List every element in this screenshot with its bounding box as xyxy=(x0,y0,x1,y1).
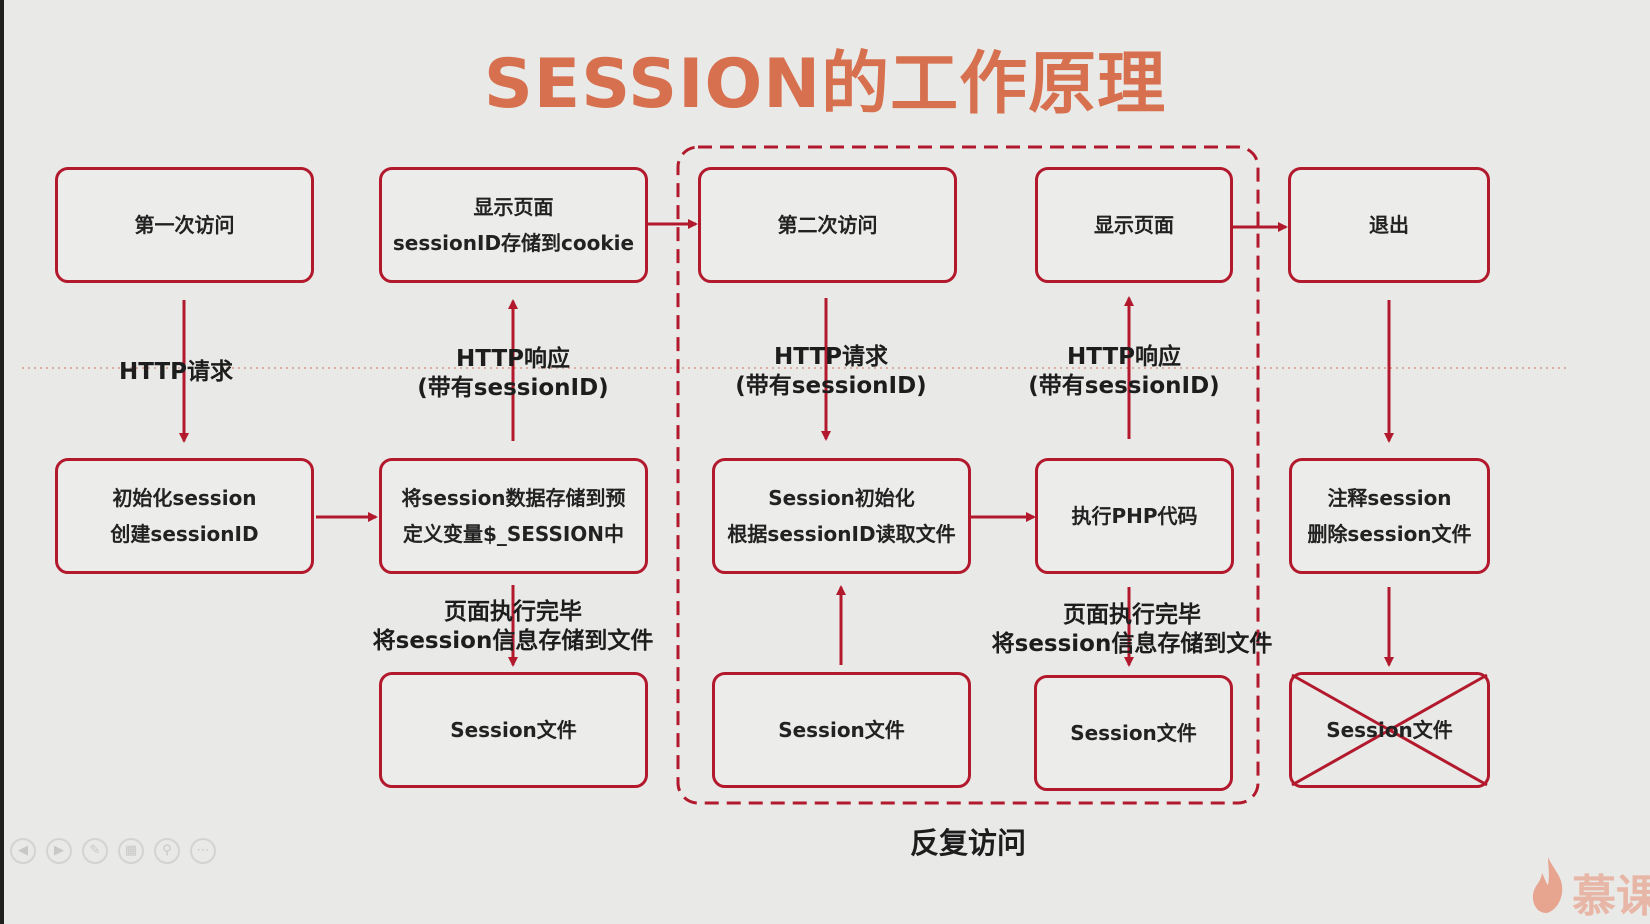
box-text: 退出 xyxy=(1369,213,1409,237)
box-text: 创建sessionID xyxy=(110,522,259,546)
session-init-box: Session初始化 根据sessionID读取文件 xyxy=(712,458,971,574)
first-visit-box: 第一次访问 xyxy=(55,167,314,283)
box-text: 根据sessionID读取文件 xyxy=(727,522,956,546)
box-text: Session文件 xyxy=(450,718,577,742)
box-text: 注释session xyxy=(1327,486,1452,510)
box-text: 显示页面 xyxy=(1094,213,1174,237)
page-done-label: 页面执行完毕 将session信息存储到文件 xyxy=(372,599,654,654)
session-file-box: Session文件 xyxy=(712,672,971,788)
exec-php-box: 执行PHP代码 xyxy=(1035,458,1234,574)
box-text: 执行PHP代码 xyxy=(1071,504,1198,528)
second-visit-box: 第二次访问 xyxy=(698,167,957,283)
box-text: Session初始化 xyxy=(768,486,915,510)
box-text: 第二次访问 xyxy=(777,213,878,237)
box-text: 第一次访问 xyxy=(134,213,235,237)
init-session-box: 初始化session 创建sessionID xyxy=(55,458,314,574)
deleted-session-file-box: Session文件 xyxy=(1289,672,1490,788)
logout-box: 退出 xyxy=(1288,167,1490,283)
box-text: Session文件 xyxy=(1070,721,1197,745)
show-page-box: 显示页面 xyxy=(1035,167,1233,283)
http-response-label: HTTP响应 (带有sessionID) xyxy=(417,346,609,401)
flame-logo-icon xyxy=(1532,857,1563,913)
store-session-vars-box: 将session数据存储到预 定义变量$_SESSION中 xyxy=(379,458,648,574)
box-text: sessionID存储到cookie xyxy=(392,231,635,255)
logo-text: 慕课 xyxy=(1572,871,1650,922)
http-request-label: HTTP请求 xyxy=(118,359,233,385)
box-text: 显示页面 xyxy=(473,195,554,219)
more-icon[interactable]: ⋯ xyxy=(190,838,216,864)
session-file-box: Session文件 xyxy=(1034,675,1233,791)
show-page-cookie-box: 显示页面 sessionID存储到cookie xyxy=(379,167,648,283)
box-text: Session文件 xyxy=(778,718,905,742)
cancel-session-box: 注释session 删除session文件 xyxy=(1289,458,1490,574)
repeat-visit-label: 反复访问 xyxy=(909,826,1026,860)
box-text: 初始化session xyxy=(112,486,257,510)
slides-icon[interactable]: ▦ xyxy=(118,838,144,864)
box-text: Session文件 xyxy=(1326,718,1453,742)
http-request-with-id-label: HTTP请求 (带有sessionID) xyxy=(735,344,927,399)
http-response-label: HTTP响应 (带有sessionID) xyxy=(1028,344,1220,399)
slide: SESSION的工作原理 第一次访问 显示页面 sessionID存储到cook… xyxy=(0,0,1650,924)
box-text: 定义变量$_SESSION中 xyxy=(402,522,625,546)
box-text: 删除session文件 xyxy=(1307,522,1472,546)
pen-icon[interactable]: ✎ xyxy=(82,838,108,864)
prev-icon[interactable]: ◀ xyxy=(10,838,36,864)
zoom-icon[interactable]: ⚲ xyxy=(154,838,180,864)
box-text: 将session数据存储到预 xyxy=(401,486,626,510)
session-file-box: Session文件 xyxy=(379,672,648,788)
next-icon[interactable]: ▶ xyxy=(46,838,72,864)
page-done-label: 页面执行完毕 将session信息存储到文件 xyxy=(991,602,1273,657)
